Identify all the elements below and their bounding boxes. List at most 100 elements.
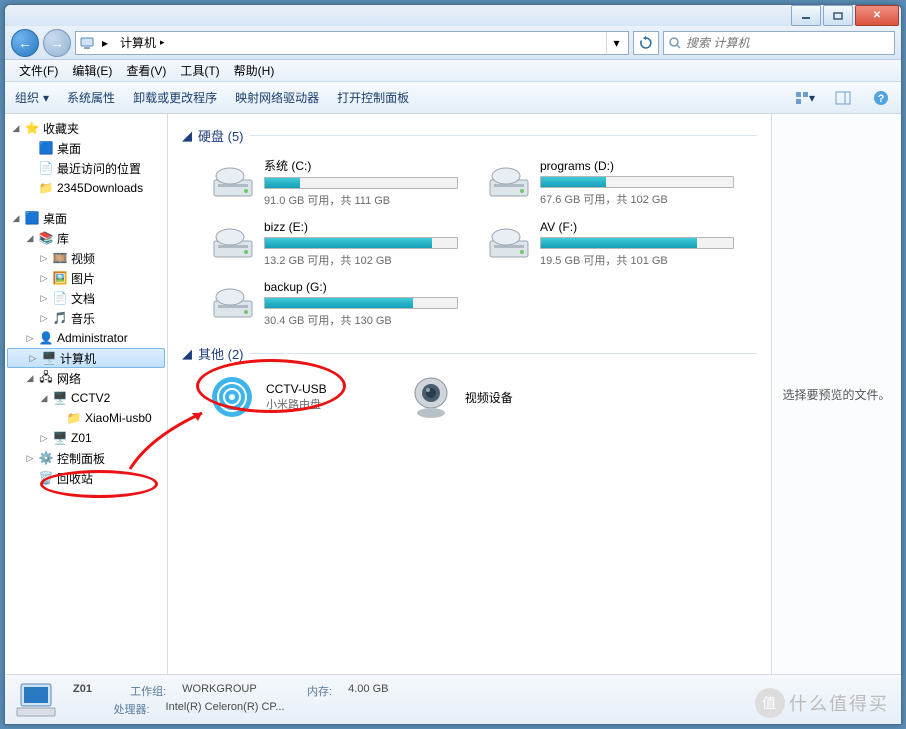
- computer-large-icon: [15, 680, 59, 720]
- tb-controlpanel[interactable]: 打开控制面板: [337, 89, 409, 106]
- search-box[interactable]: [663, 31, 895, 55]
- addr-dropdown[interactable]: ▾: [606, 32, 626, 54]
- tree-xiaomi-usb0[interactable]: 📁XiaoMi-usb0: [5, 408, 167, 428]
- tree-network[interactable]: ◢🖧网络: [5, 368, 167, 388]
- address-bar[interactable]: ▸ 计算机▸ ▾: [75, 31, 629, 55]
- tb-mapdrive[interactable]: 映射网络驱动器: [235, 89, 319, 106]
- minimize-button[interactable]: [791, 5, 821, 26]
- recent-icon: 📄: [37, 160, 55, 176]
- desktop-icon: 🟦: [37, 140, 55, 156]
- library-icon: 📚: [37, 230, 55, 246]
- drive-sub: 13.2 GB 可用，共 102 GB: [264, 252, 458, 268]
- nav-tree: ◢⭐收藏夹 🟦桌面 📄最近访问的位置 📁2345Downloads ◢🟦桌面 ◢…: [5, 114, 168, 674]
- addr-root-dropdown[interactable]: ▸: [96, 36, 114, 50]
- drive-sub: 67.6 GB 可用，共 102 GB: [540, 191, 734, 207]
- cctv-usb-sub: 小米路由盘: [266, 396, 327, 412]
- tree-documents[interactable]: ▷📄文档: [5, 288, 167, 308]
- help-button[interactable]: ?: [871, 88, 891, 108]
- tree-music[interactable]: ▷🎵音乐: [5, 308, 167, 328]
- menu-edit[interactable]: 编辑(E): [66, 60, 118, 81]
- search-icon: [668, 36, 682, 50]
- tb-uninstall[interactable]: 卸载或更改程序: [133, 89, 217, 106]
- drive-name: programs (D:): [540, 159, 734, 173]
- menu-tools[interactable]: 工具(T): [174, 60, 225, 81]
- tree-downloads[interactable]: 📁2345Downloads: [5, 178, 167, 198]
- drive-name: backup (G:): [264, 280, 458, 294]
- explorer-window: ✕ ← → ▸ 计算机▸ ▾ 文件(F) 编辑(E) 查看(V) 工具(T) 帮…: [4, 4, 902, 725]
- main-content: ◢硬盘 (5) 系统 (C:) 91.0 GB 可用，共 111 GB progra…: [168, 114, 771, 674]
- drive-sub: 30.4 GB 可用，共 130 GB: [264, 312, 458, 328]
- hdd-icon: [486, 225, 532, 263]
- video-icon: 🎞️: [51, 250, 69, 266]
- tree-desktop[interactable]: ◢🟦桌面: [5, 208, 167, 228]
- desktop-icon: 🟦: [23, 210, 41, 226]
- tree-z01[interactable]: ▷🖥️Z01: [5, 428, 167, 448]
- maximize-button[interactable]: [823, 5, 853, 26]
- drive-name: bizz (E:): [264, 220, 458, 234]
- svg-text:?: ?: [878, 93, 885, 105]
- drive-bar: [540, 176, 734, 188]
- drive-bar: [264, 297, 458, 309]
- network-icon: 🖧: [37, 370, 55, 386]
- control-icon: ⚙️: [37, 450, 55, 466]
- tree-recent[interactable]: 📄最近访问的位置: [5, 158, 167, 178]
- drive-4[interactable]: backup (G:) 30.4 GB 可用，共 130 GB: [208, 278, 460, 330]
- hdd-icon: [210, 225, 256, 263]
- tb-sysprops[interactable]: 系统属性: [67, 89, 115, 106]
- tree-libraries[interactable]: ◢📚库: [5, 228, 167, 248]
- menu-file[interactable]: 文件(F): [13, 60, 64, 81]
- music-icon: 🎵: [51, 310, 69, 326]
- tree-cctv2[interactable]: ◢🖥️CCTV2: [5, 388, 167, 408]
- group-other[interactable]: ◢其他 (2): [182, 344, 757, 363]
- item-webcam[interactable]: 视频设备: [407, 373, 513, 421]
- tree-desktop-fav[interactable]: 🟦桌面: [5, 138, 167, 158]
- tree-admin[interactable]: ▷👤Administrator: [5, 328, 167, 348]
- cctv-usb-label: CCTV-USB: [266, 382, 327, 396]
- drive-2[interactable]: bizz (E:) 13.2 GB 可用，共 102 GB: [208, 218, 460, 270]
- pc-icon: 🖥️: [51, 390, 69, 406]
- document-icon: 📄: [51, 290, 69, 306]
- watermark: 值什么值得买: [755, 688, 889, 718]
- drive-bar: [264, 237, 458, 249]
- titlebar: ✕: [5, 5, 901, 26]
- computer-icon: 🖥️: [40, 350, 58, 366]
- toolbar: 组织 ▾ 系统属性 卸载或更改程序 映射网络驱动器 打开控制面板 ▾ ?: [5, 82, 901, 114]
- item-cctv-usb[interactable]: CCTV-USB小米路由盘: [208, 373, 327, 421]
- share-icon: 📁: [65, 410, 83, 426]
- tree-recycle[interactable]: 🗑️回收站: [5, 468, 167, 488]
- group-hdd[interactable]: ◢硬盘 (5): [182, 126, 757, 145]
- tree-pictures[interactable]: ▷🖼️图片: [5, 268, 167, 288]
- forward-button[interactable]: →: [43, 29, 71, 57]
- menu-view[interactable]: 查看(V): [120, 60, 172, 81]
- drive-name: 系统 (C:): [264, 157, 458, 174]
- back-button[interactable]: ←: [11, 29, 39, 57]
- tree-videos[interactable]: ▷🎞️视频: [5, 248, 167, 268]
- drive-sub: 19.5 GB 可用，共 101 GB: [540, 252, 734, 268]
- tree-computer[interactable]: ▷🖥️计算机: [7, 348, 165, 368]
- user-icon: 👤: [37, 330, 55, 346]
- drive-name: AV (F:): [540, 220, 734, 234]
- recycle-icon: 🗑️: [37, 470, 55, 486]
- refresh-button[interactable]: [633, 31, 659, 55]
- drive-0[interactable]: 系统 (C:) 91.0 GB 可用，共 111 GB: [208, 155, 460, 210]
- tree-control-panel[interactable]: ▷⚙️控制面板: [5, 448, 167, 468]
- folder-icon: 📁: [37, 180, 55, 196]
- preview-pane-button[interactable]: [833, 88, 853, 108]
- router-disk-icon: [208, 373, 256, 421]
- tree-favorites[interactable]: ◢⭐收藏夹: [5, 118, 167, 138]
- close-button[interactable]: ✕: [855, 5, 899, 26]
- addr-segment-computer[interactable]: 计算机▸: [114, 34, 171, 51]
- drive-3[interactable]: AV (F:) 19.5 GB 可用，共 101 GB: [484, 218, 736, 270]
- hdd-icon: [210, 285, 256, 323]
- hdd-icon: [210, 164, 256, 202]
- drive-bar: [264, 177, 458, 189]
- drive-1[interactable]: programs (D:) 67.6 GB 可用，共 102 GB: [484, 155, 736, 210]
- search-input[interactable]: [686, 36, 890, 50]
- tb-organize[interactable]: 组织 ▾: [15, 89, 49, 106]
- view-mode-button[interactable]: ▾: [795, 88, 815, 108]
- preview-pane: 选择要预览的文件。: [771, 114, 901, 674]
- menu-help[interactable]: 帮助(H): [228, 60, 281, 81]
- drive-sub: 91.0 GB 可用，共 111 GB: [264, 192, 458, 208]
- computer-icon: [78, 34, 96, 52]
- statusbar: Z01 工作组: WORKGROUP 内存: 4.00 GB 处理器: Inte…: [5, 674, 901, 724]
